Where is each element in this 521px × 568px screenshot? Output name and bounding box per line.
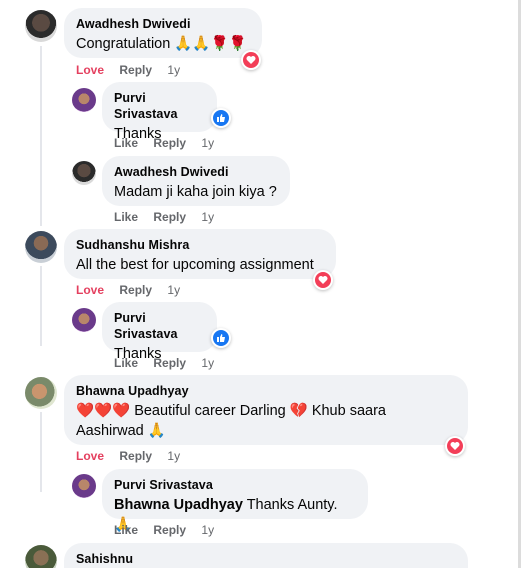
heart-icon bbox=[246, 56, 256, 64]
love-reaction-badge[interactable] bbox=[241, 50, 261, 70]
thread-line bbox=[40, 266, 42, 346]
avatar[interactable] bbox=[72, 161, 96, 185]
comment-bubble: Purvi Srivastava Thanks bbox=[102, 82, 217, 142]
reply-button[interactable]: Reply bbox=[119, 283, 152, 297]
comment-author[interactable]: Awadhesh Dwivedi bbox=[114, 164, 278, 180]
comment-bubble: Awadhesh Dwivedi Congratulation 🙏🙏🌹🌹 bbox=[64, 8, 262, 58]
love-button[interactable]: Love bbox=[76, 63, 104, 77]
timestamp[interactable]: 1y bbox=[201, 356, 214, 370]
like-reaction-badge[interactable] bbox=[211, 108, 231, 128]
love-button[interactable]: Love bbox=[76, 449, 104, 463]
thumbs-up-icon bbox=[217, 334, 225, 342]
timestamp[interactable]: 1y bbox=[167, 449, 180, 463]
avatar[interactable] bbox=[72, 88, 96, 112]
love-button[interactable]: Love bbox=[76, 283, 104, 297]
timestamp[interactable]: 1y bbox=[201, 523, 214, 537]
comment-text-line-2: Aashirwad 🙏 bbox=[76, 423, 166, 439]
comment-bubble: Bhawna Upadhyay ❤️❤️❤️ Beautiful career … bbox=[64, 375, 468, 445]
thread-line bbox=[40, 46, 42, 226]
reply-button[interactable]: Reply bbox=[153, 136, 186, 150]
comment-author[interactable]: Bhawna Upadhyay bbox=[76, 383, 456, 399]
comment-actions: Like Reply 1y bbox=[114, 210, 226, 224]
heart-icon bbox=[450, 442, 460, 450]
thread-line bbox=[40, 412, 42, 492]
love-reaction-badge[interactable] bbox=[313, 270, 333, 290]
comment-author[interactable]: Sahishnu bbox=[76, 551, 456, 567]
reply-button[interactable]: Reply bbox=[119, 63, 152, 77]
avatar[interactable] bbox=[25, 10, 57, 42]
avatar[interactable] bbox=[25, 231, 57, 263]
like-button[interactable]: Like bbox=[114, 210, 138, 224]
avatar[interactable] bbox=[25, 545, 57, 568]
love-reaction-badge[interactable] bbox=[445, 436, 465, 456]
heart-icon bbox=[318, 276, 328, 284]
comment-bubble: Sudhanshu Mishra All the best for upcomi… bbox=[64, 229, 336, 279]
comment-author[interactable]: Purvi Srivastava bbox=[114, 90, 205, 122]
timestamp[interactable]: 1y bbox=[201, 210, 214, 224]
comment-bubble: Sahishnu bbox=[64, 543, 468, 568]
comment-author[interactable]: Purvi Srivastava bbox=[114, 477, 356, 493]
avatar[interactable] bbox=[25, 377, 57, 409]
like-reaction-badge[interactable] bbox=[211, 328, 231, 348]
reply-button[interactable]: Reply bbox=[119, 449, 152, 463]
comment-bubble: Purvi Srivastava Bhawna Upadhyay Thanks … bbox=[102, 469, 368, 533]
comment-text: Madam ji kaha join kiya ? bbox=[114, 184, 277, 200]
comment-actions: Love Reply 1y bbox=[76, 283, 192, 297]
avatar[interactable] bbox=[72, 474, 96, 498]
reply-button[interactable]: Reply bbox=[153, 210, 186, 224]
timestamp[interactable]: 1y bbox=[167, 283, 180, 297]
comment-actions: Love Reply 1y bbox=[76, 63, 192, 77]
comment-text: All the best for upcoming assignment bbox=[76, 257, 314, 273]
like-button[interactable]: Like bbox=[114, 356, 138, 370]
like-button[interactable]: Like bbox=[114, 523, 138, 537]
comment-bubble: Awadhesh Dwivedi Madam ji kaha join kiya… bbox=[102, 156, 290, 206]
timestamp[interactable]: 1y bbox=[201, 136, 214, 150]
comment-text-line-1: ❤️❤️❤️ Beautiful career Darling 💔 Khub s… bbox=[76, 403, 386, 419]
mention-link[interactable]: Bhawna Upadhyay bbox=[114, 497, 243, 513]
comment-actions: Like Reply 1y bbox=[114, 356, 226, 370]
reply-button[interactable]: Reply bbox=[153, 523, 186, 537]
comment-actions: Like Reply 1y bbox=[114, 136, 226, 150]
reply-button[interactable]: Reply bbox=[153, 356, 186, 370]
avatar[interactable] bbox=[72, 308, 96, 332]
thumbs-up-icon bbox=[217, 114, 225, 122]
like-button[interactable]: Like bbox=[114, 136, 138, 150]
comment-actions: Like Reply 1y bbox=[114, 523, 226, 537]
comment-actions: Love Reply 1y bbox=[76, 449, 192, 463]
timestamp[interactable]: 1y bbox=[167, 63, 180, 77]
comment-author[interactable]: Sudhanshu Mishra bbox=[76, 237, 324, 253]
comment-author[interactable]: Purvi Srivastava bbox=[114, 310, 205, 342]
comment-text: Congratulation 🙏🙏🌹🌹 bbox=[76, 36, 247, 52]
comment-bubble: Purvi Srivastava Thanks bbox=[102, 302, 217, 362]
comment-author[interactable]: Awadhesh Dwivedi bbox=[76, 16, 250, 32]
